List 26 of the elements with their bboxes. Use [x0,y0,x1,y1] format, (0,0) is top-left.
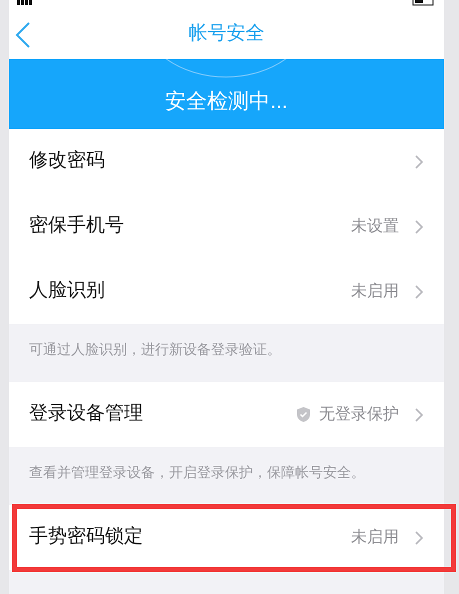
settings-row[interactable]: 密保手机号 未设置 [9,194,444,260]
chevron-icon [414,406,424,423]
chevron-icon [414,284,424,300]
shield-icon [296,406,311,424]
chevron-icon [414,154,424,170]
settings-row[interactable]: 修改密码 [9,129,444,194]
settings-row[interactable]: 人脸识别 未启用 [9,259,444,324]
chevron-icon [414,530,424,546]
settings-row[interactable]: 登录设备管理 无登录保护 [9,382,444,448]
row-value: 未设置 [351,216,399,237]
row-title: 密保手机号 [29,214,125,238]
row-title: 登录设备管理 [29,402,144,426]
row-value: 无登录保护 [319,404,399,425]
row-value: 未启用 [351,528,399,548]
page-title: 帐号安全 [188,22,266,46]
row-title: 手势密码锁定 [29,525,144,550]
section-note: 查看并管理登录设备，开启登录保护，保障帐号安全。 [29,464,365,480]
chevron-icon [414,218,424,235]
battery-icon [412,0,436,6]
row-title: 修改密码 [29,149,106,174]
signal-icon [17,0,33,5]
section-note: 可通过人脸识别，进行新设备登录验证。 [29,341,281,358]
banner-text: 安全检测中... [165,88,288,115]
row-value: 未启用 [351,282,399,302]
row-title: 人脸识别 [29,279,106,304]
back-icon[interactable] [15,22,31,48]
